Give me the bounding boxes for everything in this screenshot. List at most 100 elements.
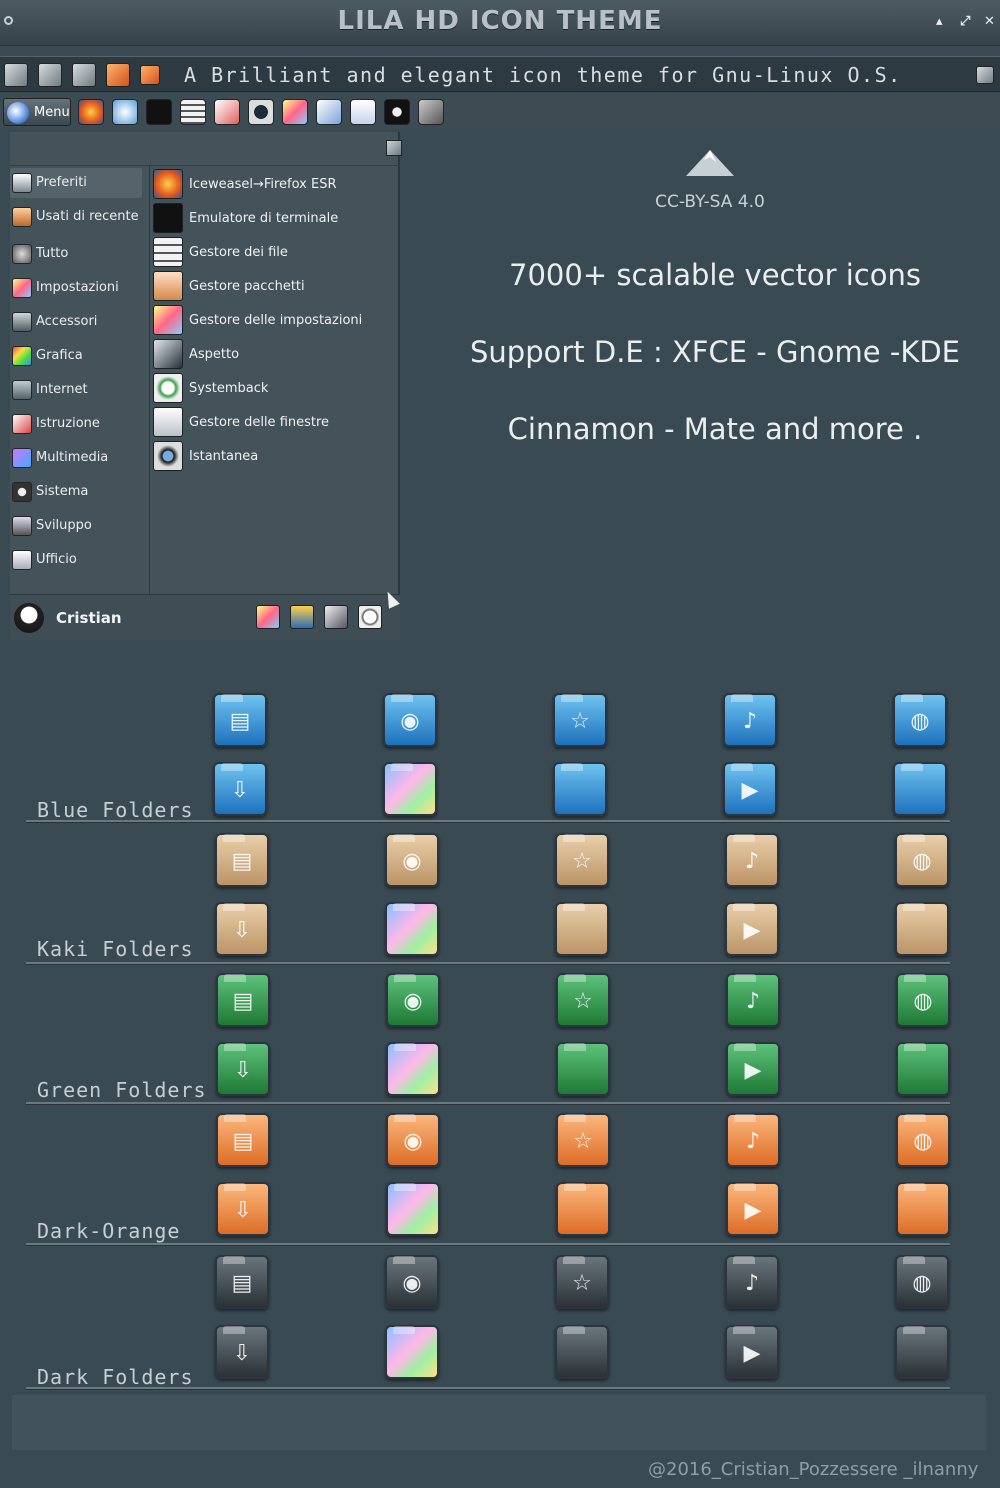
close-icon[interactable]: ✕ (984, 14, 995, 29)
maximize-icon[interactable]: ⤢ (960, 14, 970, 29)
avatar[interactable] (14, 603, 44, 633)
terminal-icon[interactable] (146, 99, 172, 125)
app-item[interactable]: Gestore pacchetti (152, 270, 398, 302)
file-manager-icon[interactable] (180, 99, 206, 125)
image-viewer-icon (386, 1042, 440, 1096)
settings-icon[interactable] (256, 605, 280, 629)
graphics-icon[interactable] (248, 99, 274, 125)
network-folder-icon: ◍ (896, 1113, 950, 1167)
settings-icon[interactable] (282, 99, 308, 125)
documents-folder-icon: ▤ (213, 693, 267, 747)
notes-icon[interactable] (316, 99, 342, 125)
top-toolbar: A Brilliant and elegant icon theme for G… (0, 56, 1000, 92)
category-item[interactable]: Sistema (10, 477, 142, 507)
browser-icon[interactable] (112, 99, 138, 125)
app-item[interactable]: Aspetto (152, 338, 398, 370)
documents-folder-icon: ▤ (216, 1113, 270, 1167)
footer-panel (12, 1395, 986, 1450)
downloads-folder-icon: ⇩ (213, 762, 267, 816)
terminal-icon (153, 203, 183, 233)
divider (26, 1243, 950, 1246)
videos-folder-icon: ▶ (725, 902, 779, 956)
app-item[interactable]: Gestore delle impostazioni (152, 304, 398, 336)
category-item[interactable]: Grafica (10, 341, 142, 371)
folder-icon (555, 902, 609, 956)
document-icon[interactable] (350, 99, 376, 125)
app-item[interactable]: Istantanea (152, 440, 398, 472)
screenshot-icon (153, 441, 183, 471)
image-viewer-icon (386, 1182, 440, 1236)
app-item[interactable]: Gestore dei file (152, 236, 398, 268)
app-item[interactable]: Emulatore di terminale (152, 202, 398, 234)
user-row: Cristian (10, 594, 400, 640)
pictures-folder-icon: ◉ (383, 693, 437, 747)
slogan-text: A Brilliant and elegant icon theme for G… (184, 63, 902, 87)
pictures-folder-icon: ◉ (386, 973, 440, 1027)
window-icon[interactable] (72, 63, 96, 87)
support-line: Support D.E : XFCE - Gnome -KDE (470, 335, 960, 369)
minimize-icon[interactable]: ▴ (936, 14, 943, 29)
app-item[interactable]: Gestore delle finestre (152, 406, 398, 438)
file-manager-icon (153, 237, 183, 267)
firefox-icon[interactable] (78, 99, 104, 125)
downloads-folder-icon: ⇩ (216, 1182, 270, 1236)
divider (26, 820, 950, 823)
category-item[interactable]: Tutto (10, 239, 142, 269)
favorites-icon (12, 173, 32, 193)
power-icon[interactable] (358, 605, 382, 629)
text-editor-icon[interactable] (214, 99, 240, 125)
divider (26, 1102, 950, 1105)
app-list: Iceweasel→Firefox ESR Emulatore di termi… (152, 166, 400, 471)
music-folder-icon: ♪ (725, 833, 779, 887)
app-item[interactable]: Iceweasel→Firefox ESR (152, 168, 398, 200)
divider (26, 1387, 950, 1390)
network-folder-icon: ◍ (895, 1255, 949, 1309)
development-icon (12, 516, 32, 536)
image-viewer-icon (383, 762, 437, 816)
menu-search-icon[interactable] (386, 140, 402, 156)
menu-button-label: Menu (34, 105, 70, 120)
switch-user-icon[interactable] (324, 605, 348, 629)
app-item[interactable]: Systemback (152, 372, 398, 404)
pictures-folder-icon: ◉ (385, 1255, 439, 1309)
window-titlebar: LILA HD ICON THEME ▴ ⤢ ✕ (0, 0, 1000, 46)
documents-folder-icon: ▤ (215, 833, 269, 887)
videos-folder-icon: ▶ (723, 762, 777, 816)
network-folder-icon: ◍ (895, 833, 949, 887)
package-icon (153, 271, 183, 301)
image-viewer-icon (385, 1325, 439, 1379)
documents-folder-icon: ▤ (215, 1255, 269, 1309)
category-item[interactable]: Impostazioni (10, 273, 142, 303)
folder-icon (895, 902, 949, 956)
home-icon[interactable] (106, 63, 130, 87)
window-icon[interactable] (4, 63, 28, 87)
category-list: Preferiti Usati di recente Tutto Imposta… (10, 166, 150, 594)
category-item[interactable]: Sviluppo (10, 511, 142, 541)
menu-button[interactable]: Menu (3, 98, 71, 126)
section-label: Kaki Folders (37, 937, 194, 961)
recent-icon (12, 207, 32, 227)
category-item[interactable]: Usati di recente (10, 202, 142, 232)
folder-icon (556, 1182, 610, 1236)
search-icon[interactable] (976, 66, 994, 84)
office-icon (12, 550, 32, 570)
category-item[interactable]: Internet (10, 375, 142, 405)
category-item[interactable]: Preferiti (10, 168, 142, 198)
window-manager-icon (153, 407, 183, 437)
search-icon[interactable] (418, 99, 444, 125)
media-player-icon[interactable] (384, 99, 410, 125)
section-label: Green Folders (37, 1078, 207, 1102)
lock-screen-icon[interactable] (290, 605, 314, 629)
folder-icon (896, 1182, 950, 1236)
support-line-2: Cinnamon - Mate and more . (507, 412, 923, 446)
window-icon[interactable] (38, 63, 62, 87)
videos-folder-icon: ▶ (725, 1325, 779, 1379)
systemback-icon (153, 373, 183, 403)
category-item[interactable]: Istruzione (10, 409, 142, 439)
home-icon[interactable] (140, 65, 160, 85)
network-folder-icon: ◍ (893, 693, 947, 747)
divider (26, 962, 950, 965)
category-item[interactable]: Ufficio (10, 545, 142, 575)
category-item[interactable]: Accessori (10, 307, 142, 337)
category-item[interactable]: Multimedia (10, 443, 142, 473)
